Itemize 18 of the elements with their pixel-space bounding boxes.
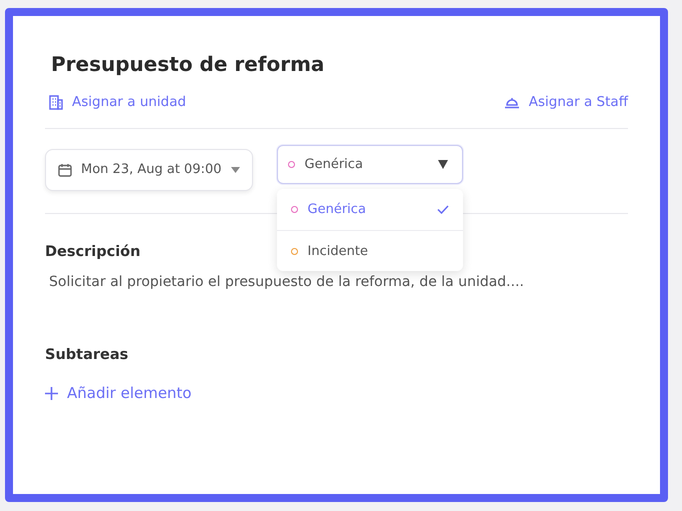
section-heading: Subtareas	[45, 346, 128, 364]
check-icon	[436, 205, 449, 214]
section-heading: Descripción	[45, 242, 140, 262]
caret-icon	[230, 166, 240, 174]
service-bell-icon	[504, 95, 520, 110]
type-select[interactable]: Genérica	[276, 145, 463, 184]
description-text: Solicitar al propietario el presupuesto de la reforma, de la unidad....	[49, 272, 525, 292]
date-picker[interactable]: Mon 23, Aug at 09:00	[45, 149, 253, 191]
building-icon	[49, 94, 63, 110]
calendar-icon	[58, 163, 72, 177]
dropdown-option[interactable]: Genérica	[276, 189, 463, 230]
plus-icon	[45, 387, 58, 400]
dropdown-option[interactable]: Incidente	[276, 230, 463, 272]
task-title: Presupuesto de reforma	[51, 52, 326, 76]
add-item-link[interactable]: Añadir elemento	[45, 382, 192, 405]
assign-link[interactable]: Asignar a unidad	[49, 92, 186, 112]
assign-link[interactable]: Asignar a Staff	[504, 92, 628, 112]
caret-icon	[438, 160, 448, 170]
